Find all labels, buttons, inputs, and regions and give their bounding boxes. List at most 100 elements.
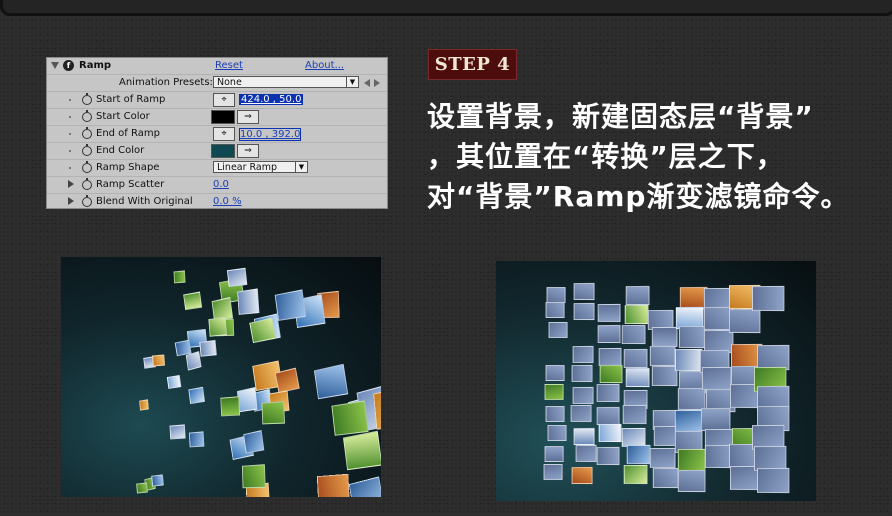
photo-tile bbox=[624, 305, 649, 325]
photo-tile bbox=[208, 316, 227, 337]
photo-tile bbox=[596, 447, 620, 466]
expand-triangle-icon[interactable] bbox=[68, 180, 74, 188]
photo-tile bbox=[188, 386, 206, 404]
photo-tile bbox=[139, 399, 150, 411]
photo-tile bbox=[313, 363, 348, 399]
animation-presets-label: Animation Presets: bbox=[119, 77, 213, 88]
photo-tile bbox=[754, 445, 788, 471]
photo-tile bbox=[572, 345, 594, 363]
photo-tile bbox=[701, 366, 732, 390]
photo-tile bbox=[623, 404, 648, 425]
animation-presets-select[interactable]: None ▼ bbox=[213, 76, 359, 88]
photo-tile bbox=[625, 368, 650, 388]
photo-tile bbox=[152, 354, 166, 367]
photo-tile bbox=[570, 405, 592, 423]
photo-tile bbox=[651, 365, 678, 387]
start-color-swatch[interactable] bbox=[211, 110, 235, 124]
photo-tile bbox=[728, 308, 760, 333]
effect-header-row[interactable]: f Ramp Reset About... bbox=[47, 58, 387, 75]
end-of-ramp-value[interactable]: 10.0 , 392.0 bbox=[239, 128, 302, 141]
photo-tile bbox=[249, 317, 276, 344]
preset-previous-icon[interactable] bbox=[364, 79, 370, 87]
photo-tile bbox=[651, 326, 678, 348]
photo-tile bbox=[573, 427, 595, 446]
property-row-end-of-ramp: End of Ramp ⌖ 10.0 , 392.0 bbox=[47, 126, 387, 143]
stopwatch-icon[interactable] bbox=[82, 110, 92, 122]
property-row-end-color: End Color ⇒ bbox=[47, 143, 387, 160]
ramp-shape-value: Linear Ramp bbox=[217, 162, 278, 173]
photo-tile bbox=[573, 303, 595, 321]
photo-tile bbox=[621, 325, 646, 345]
stopwatch-icon[interactable] bbox=[82, 161, 92, 173]
photo-tile bbox=[624, 465, 649, 485]
photo-tile bbox=[676, 306, 704, 329]
blend-with-original-value[interactable]: 0.0 % bbox=[213, 196, 242, 207]
photo-tile bbox=[598, 347, 622, 367]
photo-tile bbox=[349, 476, 381, 497]
crosshair-point-icon[interactable]: ⌖ bbox=[213, 127, 235, 141]
photo-tile bbox=[548, 322, 568, 339]
photo-tile bbox=[544, 384, 564, 401]
photo-tile bbox=[261, 401, 286, 425]
preview-image-scattered-photos bbox=[61, 257, 381, 497]
chevron-down-icon: ▼ bbox=[295, 162, 307, 172]
photo-tile bbox=[545, 406, 565, 423]
start-of-ramp-value[interactable]: 424.0 , 50.0 bbox=[239, 94, 304, 105]
photo-tile bbox=[573, 282, 595, 300]
preset-next-icon[interactable] bbox=[374, 79, 380, 87]
stopwatch-icon[interactable] bbox=[82, 127, 92, 139]
photo-tile bbox=[674, 348, 703, 371]
photo-tile bbox=[150, 474, 164, 487]
about-link[interactable]: About... bbox=[305, 60, 344, 71]
photo-tile bbox=[678, 469, 706, 492]
photo-tile bbox=[652, 467, 679, 489]
photo-tile bbox=[136, 482, 149, 494]
property-row-ramp-shape: Ramp Shape Linear Ramp ▼ bbox=[47, 160, 387, 177]
photo-tile bbox=[226, 268, 247, 288]
photo-tile bbox=[316, 473, 350, 497]
reset-link[interactable]: Reset bbox=[215, 60, 243, 71]
photo-tile bbox=[623, 349, 648, 369]
photo-tile bbox=[598, 423, 622, 443]
photo-tile bbox=[752, 285, 785, 311]
stopwatch-icon[interactable] bbox=[82, 93, 92, 105]
stopwatch-icon[interactable] bbox=[82, 178, 92, 190]
photo-tile bbox=[677, 388, 706, 410]
expand-triangle-icon[interactable] bbox=[68, 197, 74, 205]
preview-image-photo-wall bbox=[496, 261, 816, 501]
ramp-shape-select[interactable]: Linear Ramp ▼ bbox=[213, 161, 308, 173]
stopwatch-icon[interactable] bbox=[82, 144, 92, 156]
property-row-start-of-ramp: Start of Ramp ⌖ 424.0 , 50.0 bbox=[47, 92, 387, 109]
collapse-triangle-icon[interactable] bbox=[51, 62, 59, 69]
crosshair-point-icon[interactable]: ⌖ bbox=[213, 93, 235, 107]
photo-tile bbox=[598, 304, 621, 323]
photo-tile bbox=[275, 289, 307, 322]
photo-tile bbox=[596, 383, 620, 403]
photo-tile bbox=[597, 325, 621, 344]
ramp-scatter-value[interactable]: 0.0 bbox=[213, 179, 229, 190]
end-color-swatch[interactable] bbox=[211, 144, 235, 158]
photo-tile bbox=[545, 365, 565, 382]
property-label: End Color bbox=[96, 145, 145, 156]
eyedropper-icon[interactable]: ⇒ bbox=[237, 110, 259, 124]
property-row-ramp-scatter: Ramp Scatter 0.0 bbox=[47, 177, 387, 194]
photo-tile bbox=[237, 288, 260, 315]
chevron-down-icon: ▼ bbox=[346, 77, 358, 87]
photo-tile bbox=[575, 445, 597, 463]
photo-tile bbox=[199, 340, 218, 358]
photo-tile bbox=[571, 364, 593, 382]
photo-tile bbox=[572, 387, 594, 405]
photo-tile bbox=[547, 424, 567, 442]
eyedropper-icon[interactable]: ⇒ bbox=[237, 144, 259, 158]
stopwatch-icon[interactable] bbox=[82, 195, 92, 207]
photo-tile bbox=[599, 364, 623, 384]
animation-presets-value: None bbox=[217, 77, 242, 88]
property-label: Blend With Original bbox=[96, 196, 193, 207]
property-row-blend-with-original: Blend With Original 0.0 % bbox=[47, 194, 387, 211]
photo-tile bbox=[174, 339, 192, 357]
fx-toggle-icon[interactable]: f bbox=[63, 60, 74, 71]
photo-tile bbox=[169, 424, 186, 440]
photo-tile bbox=[342, 430, 381, 471]
property-label: Ramp Scatter bbox=[96, 179, 165, 190]
animation-presets-row: Animation Presets: None ▼ bbox=[47, 75, 387, 92]
